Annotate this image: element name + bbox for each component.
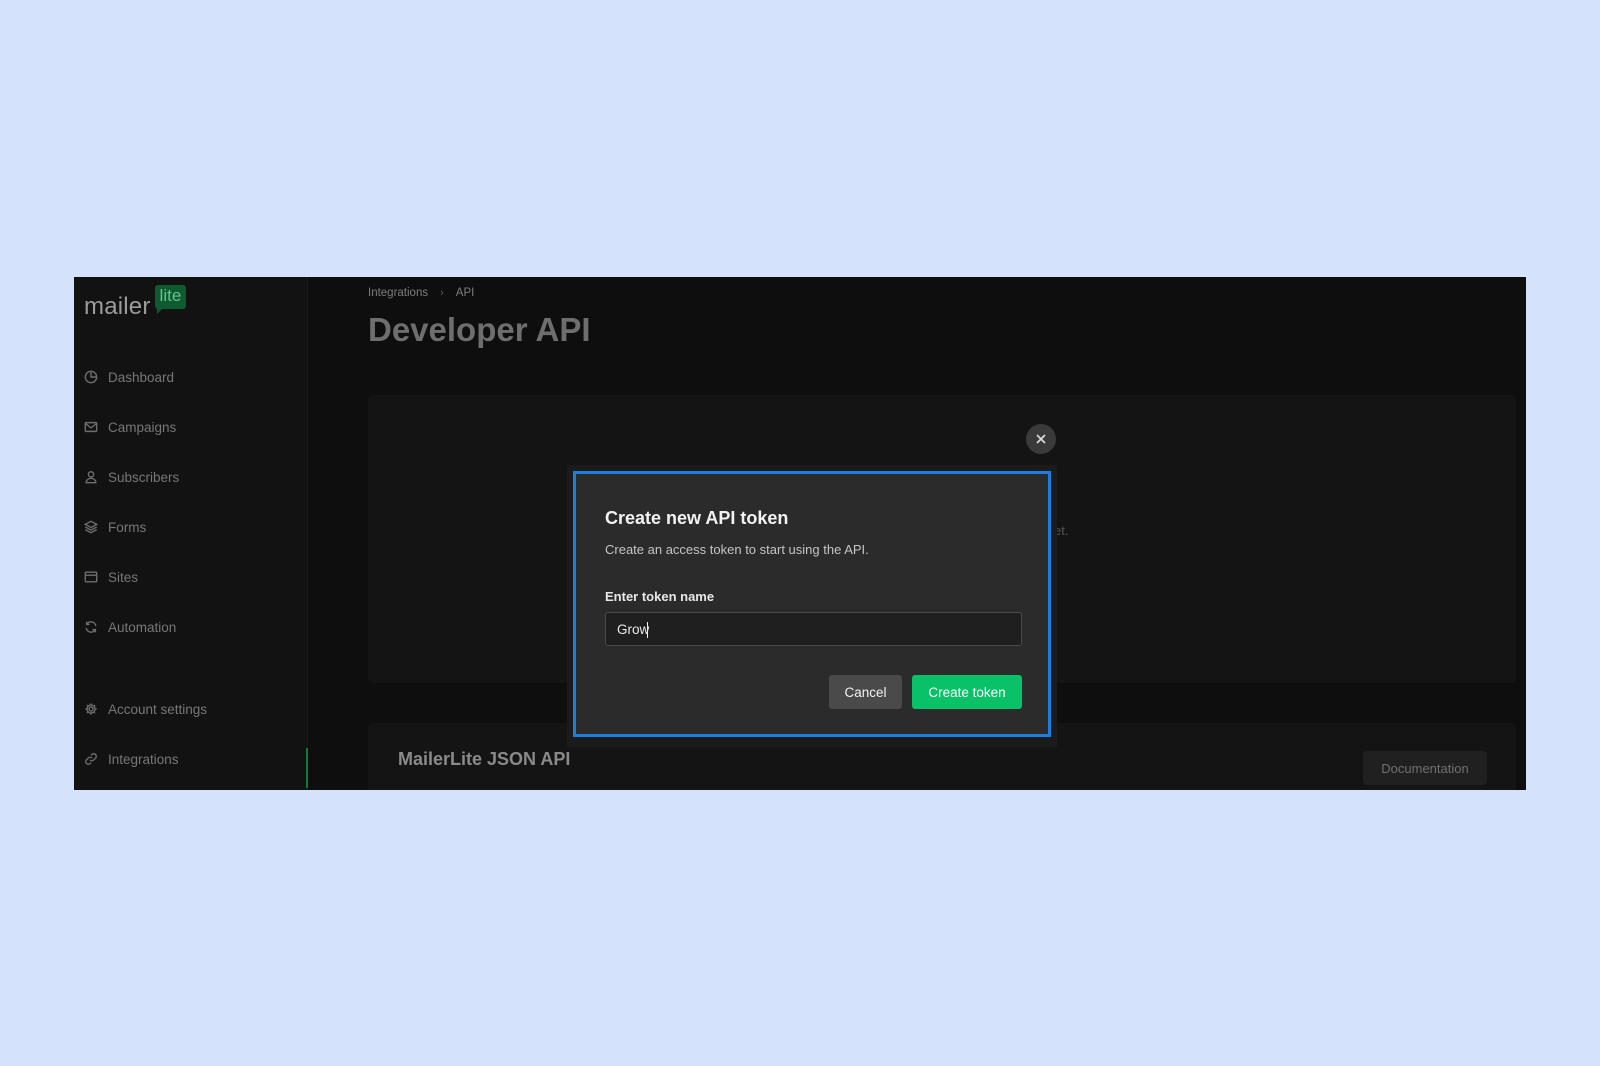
sidebar-item-sites[interactable]: Sites xyxy=(84,565,138,589)
close-icon xyxy=(1036,434,1046,444)
sidebar-item-forms[interactable]: Forms xyxy=(84,515,146,539)
cancel-button[interactable]: Cancel xyxy=(829,675,902,709)
token-name-input[interactable] xyxy=(605,612,1022,646)
json-api-title: MailerLite JSON API xyxy=(398,749,571,769)
modal-title: Create new API token xyxy=(605,508,789,528)
create-token-modal: Create new API token Create an access to… xyxy=(573,471,1051,737)
link-icon xyxy=(84,752,98,766)
mail-icon xyxy=(84,420,98,434)
user-icon xyxy=(84,470,98,484)
text-caret xyxy=(647,622,648,638)
sidebar-item-label: Dashboard xyxy=(108,369,175,385)
modal-subtitle: Create an access token to start using th… xyxy=(605,542,869,557)
logo-word: mailer xyxy=(84,293,151,320)
sidebar-item-label: Forms xyxy=(108,519,147,535)
sidebar-item-account-settings[interactable]: Account settings xyxy=(84,697,207,721)
sidebar-item-campaigns[interactable]: Campaigns xyxy=(84,415,176,439)
sidebar-item-label: Subscribers xyxy=(108,469,180,485)
breadcrumb: Integrations › API xyxy=(368,287,474,299)
sidebar-item-integrations[interactable]: Integrations xyxy=(84,747,179,771)
sidebar-item-label: Integrations xyxy=(108,751,179,767)
sidebar-item-label: Automation xyxy=(108,619,177,635)
breadcrumb-link-integrations[interactable]: Integrations xyxy=(368,287,428,299)
sidebar: mailer lite Dashboard Campaigns Subscrib… xyxy=(74,277,308,790)
documentation-button[interactable]: Documentation xyxy=(1363,751,1487,785)
gear-icon xyxy=(84,702,98,716)
browser-icon xyxy=(84,570,98,584)
token-name-label: Enter token name xyxy=(605,589,715,604)
close-modal-button[interactable] xyxy=(1026,424,1056,454)
dashboard-icon xyxy=(84,370,98,384)
app-window: mailer lite Dashboard Campaigns Subscrib… xyxy=(74,277,1526,790)
sidebar-item-subscribers[interactable]: Subscribers xyxy=(84,465,179,489)
sidebar-item-automation[interactable]: Automation xyxy=(84,615,176,639)
breadcrumb-current: API xyxy=(455,287,475,299)
create-token-button[interactable]: Create token xyxy=(912,675,1022,709)
sidebar-item-dashboard[interactable]: Dashboard xyxy=(84,365,174,389)
logo-badge: lite xyxy=(154,285,187,314)
mailerlite-logo[interactable]: mailer lite xyxy=(84,285,187,325)
refresh-icon xyxy=(84,620,98,634)
sidebar-item-label: Account settings xyxy=(108,701,208,717)
page-title: Developer API xyxy=(368,311,591,348)
active-nav-indicator xyxy=(306,748,308,788)
sidebar-item-label: Sites xyxy=(108,569,139,585)
layers-icon xyxy=(84,520,98,534)
sidebar-item-label: Campaigns xyxy=(108,419,177,435)
chevron-right-icon: › xyxy=(440,287,444,299)
